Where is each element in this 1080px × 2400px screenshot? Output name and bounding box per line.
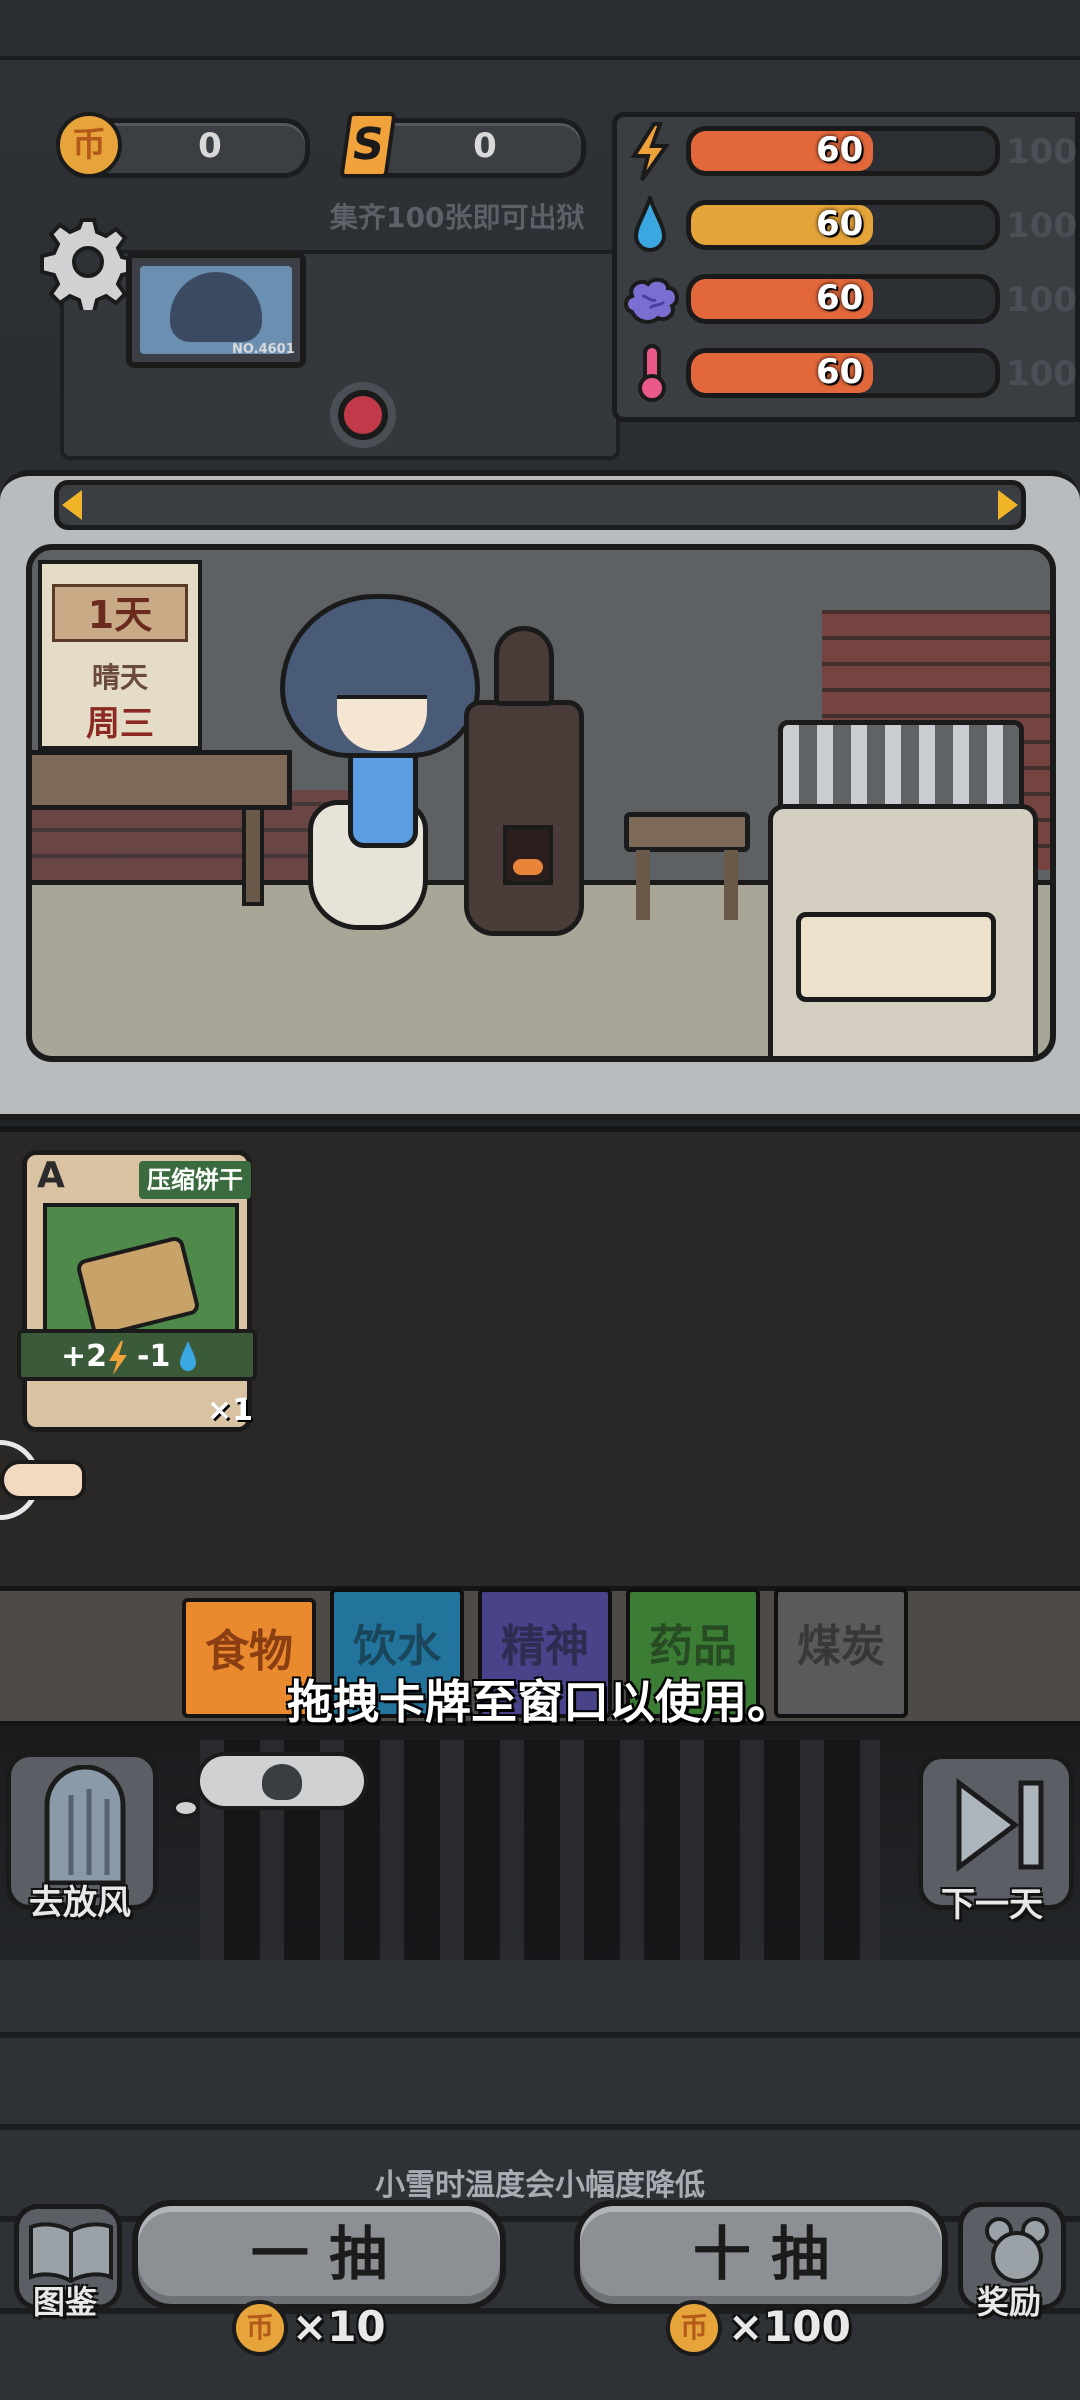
card-effect: +2 -1 bbox=[17, 1329, 257, 1381]
guard-icon bbox=[262, 1764, 302, 1800]
draw-one-cost: ×10 bbox=[292, 2302, 386, 2351]
lightning-icon bbox=[109, 1341, 127, 1375]
collect-hint: 集齐100张即可出狱 bbox=[330, 201, 585, 234]
calendar-weather: 晴天 bbox=[91, 661, 148, 694]
stool-legs bbox=[636, 850, 738, 920]
prisoner-face bbox=[337, 695, 427, 751]
coin-icon: 币 bbox=[56, 112, 122, 178]
codex-label: 图鉴 bbox=[33, 2283, 98, 2321]
scene-scroll-bar bbox=[54, 480, 1026, 530]
draw-ten-button[interactable]: 十 抽 bbox=[574, 2200, 948, 2310]
mind-value: 60 bbox=[816, 278, 864, 318]
stove bbox=[464, 700, 584, 936]
bed-pillow bbox=[796, 912, 996, 1002]
ceiling-strip bbox=[0, 0, 1080, 60]
ticket-count: 0 bbox=[473, 126, 497, 166]
mind-max: 100 bbox=[1006, 280, 1077, 320]
water-drop-icon bbox=[633, 196, 667, 252]
energy-max: 100 bbox=[1006, 132, 1077, 172]
book-icon bbox=[29, 2222, 113, 2283]
outing-label: 去放风 bbox=[29, 1883, 131, 1923]
skip-forward-icon bbox=[956, 1778, 1044, 1872]
tutorial-text: 拖拽卡牌至窗口以使用。 bbox=[287, 1675, 793, 1729]
effect-water-value: -1 bbox=[137, 1339, 171, 1374]
weather-tip: 小雪时温度会小幅度降低 bbox=[375, 2168, 705, 2203]
stove-door bbox=[503, 825, 553, 885]
scroll-left-arrow-icon[interactable] bbox=[62, 490, 82, 520]
draw-one-button[interactable]: 一 抽 bbox=[132, 2200, 506, 2310]
temperature-value: 60 bbox=[816, 352, 864, 392]
door-icon bbox=[44, 1765, 126, 1885]
codex-button[interactable]: 图鉴 bbox=[14, 2204, 122, 2321]
next-day-label: 下一天 bbox=[941, 1885, 1043, 1925]
stat-row-water: 60 100 bbox=[622, 192, 1080, 258]
settings-button[interactable] bbox=[40, 214, 136, 314]
ticket-icon: S bbox=[339, 112, 397, 178]
effect-energy-value: +2 bbox=[61, 1339, 108, 1374]
portrait-id: NO.4601 bbox=[232, 342, 295, 357]
fire-glow bbox=[513, 859, 543, 875]
temperature-max: 100 bbox=[1006, 354, 1077, 394]
thought-bubble-tail bbox=[172, 1798, 200, 1818]
draw-ten-label: 十 抽 bbox=[692, 2220, 830, 2288]
inventory-card[interactable]: A 压缩饼干 +2 -1 ×1 bbox=[17, 1150, 257, 1432]
biscuit-icon bbox=[74, 1234, 202, 1340]
card-name: 压缩饼干 bbox=[139, 1161, 251, 1199]
rat-icon bbox=[985, 2217, 1049, 2283]
pointing-hand-icon bbox=[0, 1460, 86, 1500]
game-screen: { "currency": {"coins": "0", "tickets": … bbox=[0, 0, 1080, 2400]
alarm-light-icon bbox=[338, 390, 388, 440]
thermometer-icon bbox=[638, 344, 666, 402]
draw-ten-cost: ×100 bbox=[728, 2302, 851, 2351]
water-value: 60 bbox=[816, 204, 864, 244]
water-max: 100 bbox=[1006, 206, 1077, 246]
scroll-right-arrow-icon[interactable] bbox=[998, 490, 1018, 520]
stat-row-energy: 60 100 bbox=[622, 118, 1080, 184]
lightning-icon bbox=[630, 122, 670, 182]
table-leg bbox=[242, 806, 264, 906]
coin-icon: 币 bbox=[232, 2300, 288, 2356]
water-drop-icon bbox=[180, 1341, 196, 1371]
coin-icon: 币 bbox=[666, 2300, 722, 2356]
stat-row-mind: 60 100 bbox=[622, 266, 1080, 332]
calendar-weekday: 周三 bbox=[86, 704, 154, 744]
stool bbox=[624, 812, 750, 852]
rewards-button[interactable]: 奖励 bbox=[958, 2202, 1066, 2321]
next-day-button[interactable]: 下一天 bbox=[918, 1754, 1074, 1925]
stove-pipe bbox=[494, 626, 554, 706]
card-grade: A bbox=[37, 1155, 65, 1196]
wooden-table bbox=[32, 750, 292, 810]
card-count: ×1 bbox=[207, 1393, 254, 1428]
draw-one-label: 一 抽 bbox=[250, 2220, 388, 2288]
portrait-hair bbox=[170, 272, 262, 342]
energy-value: 60 bbox=[816, 130, 864, 170]
calendar-day: 1天 bbox=[52, 584, 188, 642]
cell-scene: 1天 晴天 周三 bbox=[26, 544, 1056, 1062]
outing-button[interactable]: 去放风 bbox=[6, 1752, 158, 1923]
thought-bubble bbox=[196, 1752, 368, 1810]
coin-count: 0 bbox=[198, 126, 222, 166]
wall-calendar: 1天 晴天 周三 bbox=[38, 560, 202, 750]
gear-icon bbox=[40, 218, 136, 314]
rewards-label: 奖励 bbox=[977, 2283, 1042, 2321]
portrait-screen bbox=[140, 266, 292, 354]
brain-icon bbox=[624, 277, 679, 324]
prisoner-portrait[interactable]: NO.4601 bbox=[126, 252, 306, 368]
stat-row-temperature: 60 100 bbox=[622, 340, 1080, 406]
